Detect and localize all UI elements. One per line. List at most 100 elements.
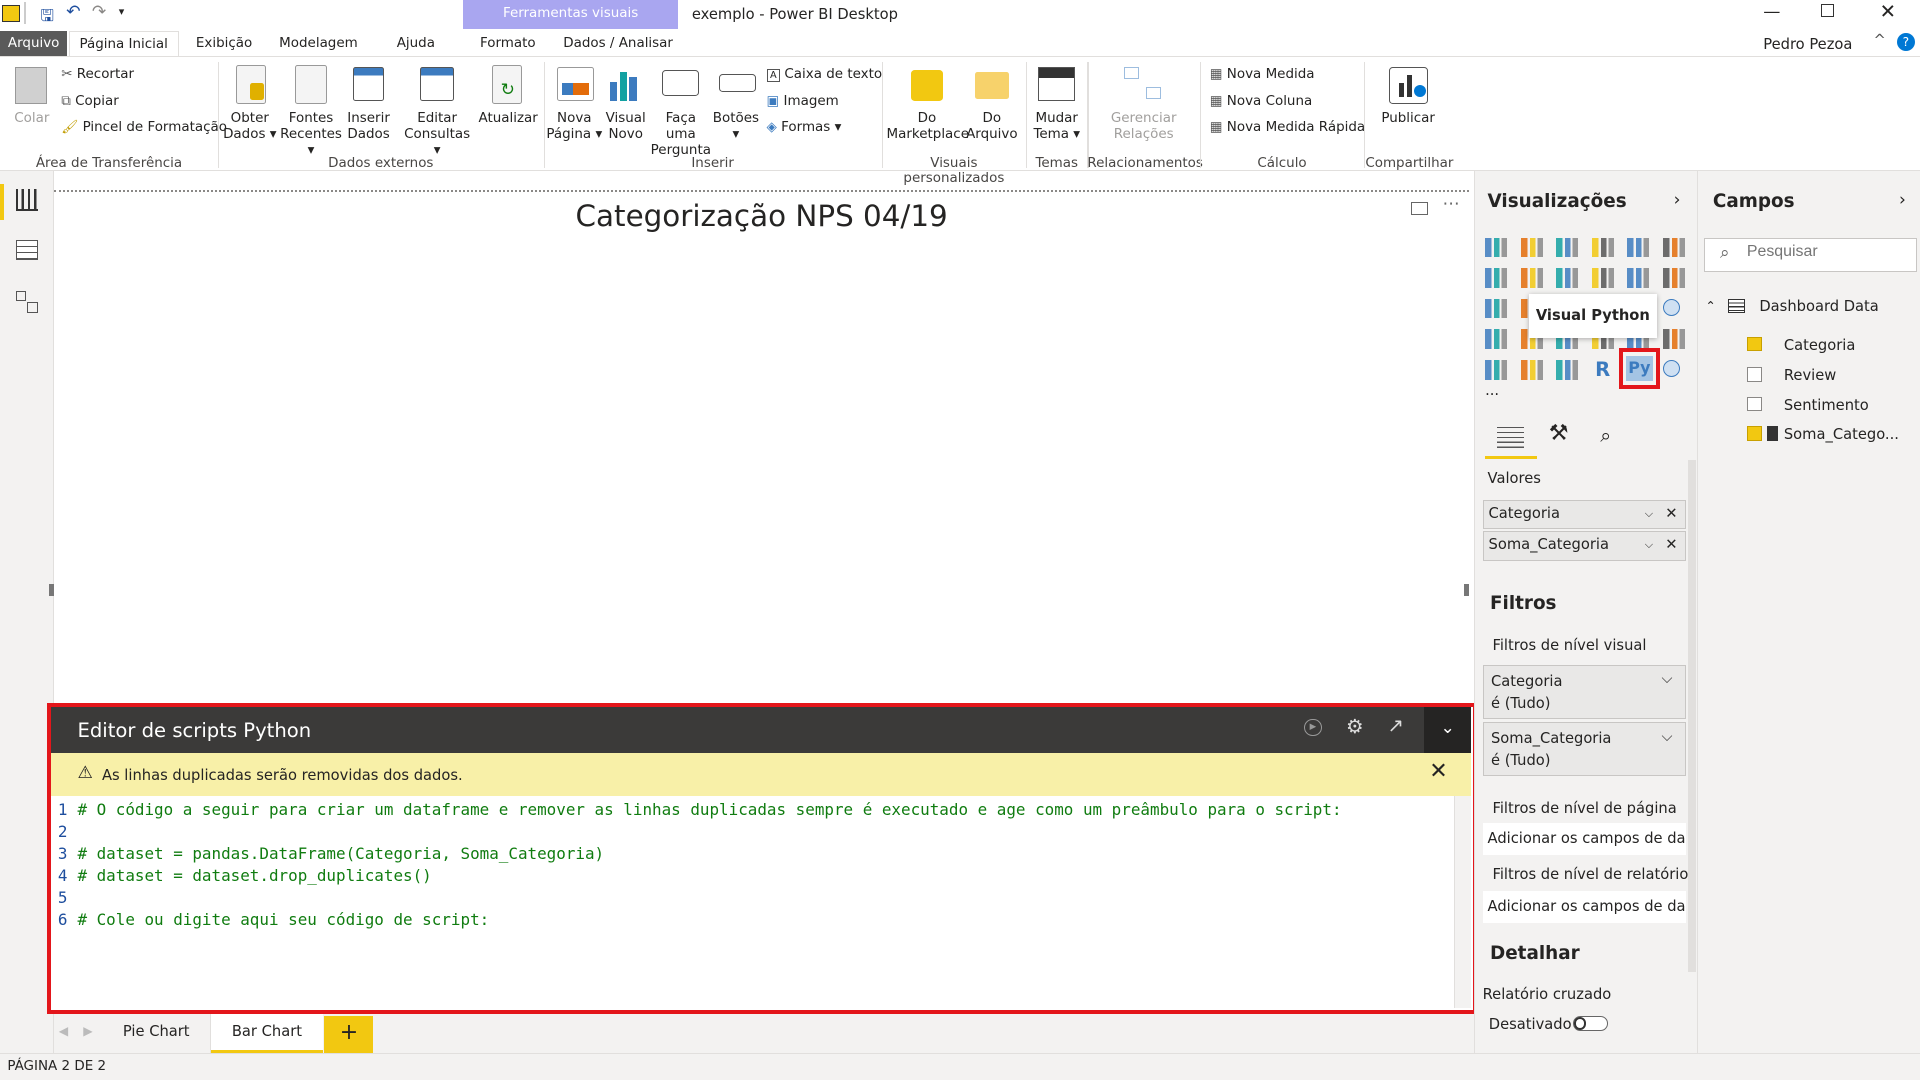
tab-arquivo[interactable]: Arquivo xyxy=(0,30,68,57)
buttons-button[interactable]: Botões ▾ xyxy=(710,111,761,143)
waterfall-icon[interactable] xyxy=(1485,298,1508,319)
stacked-area-icon[interactable] xyxy=(1556,268,1579,288)
get-data-button[interactable]: Obter Dados ▾ xyxy=(220,111,279,143)
filter-card-soma-categoria[interactable]: Soma_Categoria é (Tudo) ⌵ xyxy=(1482,722,1686,777)
user-name[interactable]: Pedro Pezoa xyxy=(1763,36,1852,53)
save-icon[interactable]: 🖫 xyxy=(40,5,54,32)
tab-pagina-inicial[interactable]: Página Inicial xyxy=(68,30,179,57)
fields-search-box[interactable]: ⌕ xyxy=(1704,237,1918,272)
help-icon[interactable]: ? xyxy=(1896,33,1916,52)
collapse-fields-icon[interactable]: › xyxy=(1899,190,1906,210)
ask-question-button[interactable]: Faça uma Pergunta xyxy=(649,111,713,159)
format-painter-button[interactable]: 🖌 Pincel de Formatação xyxy=(61,120,227,135)
new-measure-button[interactable]: ▦ Nova Medida xyxy=(1210,67,1315,82)
resize-handle[interactable] xyxy=(1464,583,1470,596)
line-column-icon[interactable] xyxy=(1591,268,1614,288)
python-visual-icon[interactable]: Py xyxy=(1625,356,1653,381)
recent-sources-button[interactable]: Fontes Recentes ▾ xyxy=(277,111,346,159)
pane-scrollbar[interactable] xyxy=(1688,460,1696,973)
line-chart-icon[interactable] xyxy=(1485,268,1508,288)
run-script-icon[interactable]: ▶ xyxy=(1304,719,1322,737)
slicer-icon[interactable] xyxy=(1485,359,1508,380)
redo-icon[interactable]: ↷ xyxy=(92,2,106,22)
collapse-ribbon-icon[interactable]: ^ xyxy=(1873,32,1885,49)
open-external-icon[interactable]: ↗ xyxy=(1388,714,1404,737)
minimize-icon[interactable]: — xyxy=(1763,2,1780,22)
remove-field-icon[interactable]: ✕ xyxy=(1665,501,1677,528)
quick-access-dropdown-icon[interactable]: ▾ xyxy=(119,5,125,18)
fields-tab-icon[interactable] xyxy=(1497,427,1525,450)
filter-card-categoria[interactable]: Categoria é (Tudo) ⌵ xyxy=(1482,664,1686,719)
settings-gear-icon[interactable]: ⚙ xyxy=(1346,715,1364,738)
edit-queries-button[interactable]: Editar Consultas ▾ xyxy=(399,111,475,159)
map-icon[interactable] xyxy=(1662,298,1680,316)
new-visual-button[interactable]: Visual Novo xyxy=(602,111,649,143)
more-options-icon[interactable]: ⋯ xyxy=(1442,194,1459,214)
manage-relationships-button[interactable]: Gerenciar Relações xyxy=(1100,111,1188,143)
stacked-bar-icon[interactable] xyxy=(1485,237,1508,258)
page-tab-bar-chart[interactable]: Bar Chart xyxy=(210,1013,324,1054)
table-visual-icon[interactable] xyxy=(1520,359,1543,380)
chevron-down-icon[interactable]: ⌵ xyxy=(1662,668,1673,690)
field-review[interactable]: Review xyxy=(1784,367,1836,384)
cut-button[interactable]: ✂ Recortar xyxy=(61,67,134,82)
tab-exibicao[interactable]: Exibição xyxy=(184,31,265,57)
chevron-down-icon[interactable]: ⌵ xyxy=(1645,501,1653,528)
marketplace-button[interactable]: Do Marketplace xyxy=(887,111,969,143)
close-warning-icon[interactable]: ✕ xyxy=(1429,759,1447,784)
enter-data-button[interactable]: Inserir Dados xyxy=(343,111,394,143)
add-page-button[interactable]: + xyxy=(324,1016,374,1054)
r-visual-icon[interactable]: R xyxy=(1592,360,1614,380)
prev-page-icon[interactable]: ◀ xyxy=(59,1024,68,1038)
chevron-down-icon[interactable]: ⌵ xyxy=(1662,726,1673,748)
publish-button[interactable]: Publicar xyxy=(1374,111,1443,127)
chevron-down-icon[interactable]: ⌵ xyxy=(1645,532,1653,559)
page-tab-pie-chart[interactable]: Pie Chart xyxy=(103,1013,211,1054)
collapse-viz-icon[interactable]: › xyxy=(1674,190,1681,210)
field-soma-categoria[interactable]: Soma_Catego... xyxy=(1784,426,1899,443)
line-clustered-icon[interactable] xyxy=(1627,268,1650,288)
matrix-icon[interactable] xyxy=(1556,359,1579,380)
kpi-icon[interactable] xyxy=(1662,329,1685,349)
quick-measure-button[interactable]: ▦ Nova Medida Rápida xyxy=(1210,120,1365,135)
tab-dados-analisar[interactable]: Dados / Analisar xyxy=(551,31,685,57)
tab-ajuda[interactable]: Ajuda xyxy=(384,31,447,57)
expand-table-icon[interactable]: ⌃ xyxy=(1706,299,1716,313)
format-roller-icon[interactable]: ⚒ xyxy=(1549,421,1569,446)
tab-modelagem[interactable]: Modelagem xyxy=(267,31,370,57)
new-column-button[interactable]: ▦ Nova Coluna xyxy=(1210,94,1312,109)
bar-100-icon[interactable] xyxy=(1627,237,1650,258)
resize-handle[interactable] xyxy=(48,583,54,596)
restore-icon[interactable] xyxy=(1820,3,1835,18)
report-view-icon[interactable] xyxy=(15,188,38,211)
clustered-bar-icon[interactable] xyxy=(1556,237,1579,258)
code-area[interactable]: 1 # O código a seguir para criar um dataf… xyxy=(51,796,1454,1008)
shapes-button[interactable]: ◈ Formas ▾ xyxy=(767,120,842,135)
model-view-icon[interactable] xyxy=(15,291,38,314)
from-file-button[interactable]: Do Arquivo xyxy=(965,111,1019,143)
paste-button[interactable]: Colar xyxy=(7,111,56,127)
image-button[interactable]: ▣ Imagem xyxy=(767,94,839,109)
cross-report-toggle[interactable] xyxy=(1573,1016,1608,1031)
report-filters-dropzone[interactable]: Adicionar os campos de da... xyxy=(1482,891,1686,924)
field-categoria[interactable]: Categoria xyxy=(1784,337,1855,354)
switch-theme-button[interactable]: Mudar Tema ▾ xyxy=(1029,111,1085,143)
analytics-magnifier-icon[interactable]: ⌕ xyxy=(1600,424,1611,447)
well-soma-categoria[interactable]: Soma_Categoria ⌵ ✕ xyxy=(1482,531,1686,561)
data-view-icon[interactable] xyxy=(15,239,38,260)
report-canvas[interactable]: Categorização NPS 04/19 ⋯ xyxy=(48,189,1470,705)
well-categoria[interactable]: Categoria ⌵ ✕ xyxy=(1482,499,1686,529)
field-checkbox[interactable] xyxy=(1747,367,1762,383)
collapse-editor-button[interactable]: ⌄ xyxy=(1424,706,1471,754)
close-window-icon[interactable]: ✕ xyxy=(1880,0,1896,23)
filled-map-icon[interactable] xyxy=(1485,329,1508,349)
remove-field-icon[interactable]: ✕ xyxy=(1665,532,1677,559)
refresh-button[interactable]: Atualizar xyxy=(478,111,539,127)
field-checkbox[interactable] xyxy=(1747,396,1762,412)
more-visuals-icon[interactable]: ... xyxy=(1485,382,1499,399)
field-checkbox-checked[interactable] xyxy=(1747,426,1762,441)
field-sentimento[interactable]: Sentimento xyxy=(1784,397,1869,414)
table-name[interactable]: Dashboard Data xyxy=(1759,298,1878,315)
stacked-column-icon[interactable] xyxy=(1520,237,1543,258)
focus-mode-icon[interactable] xyxy=(1410,201,1428,216)
